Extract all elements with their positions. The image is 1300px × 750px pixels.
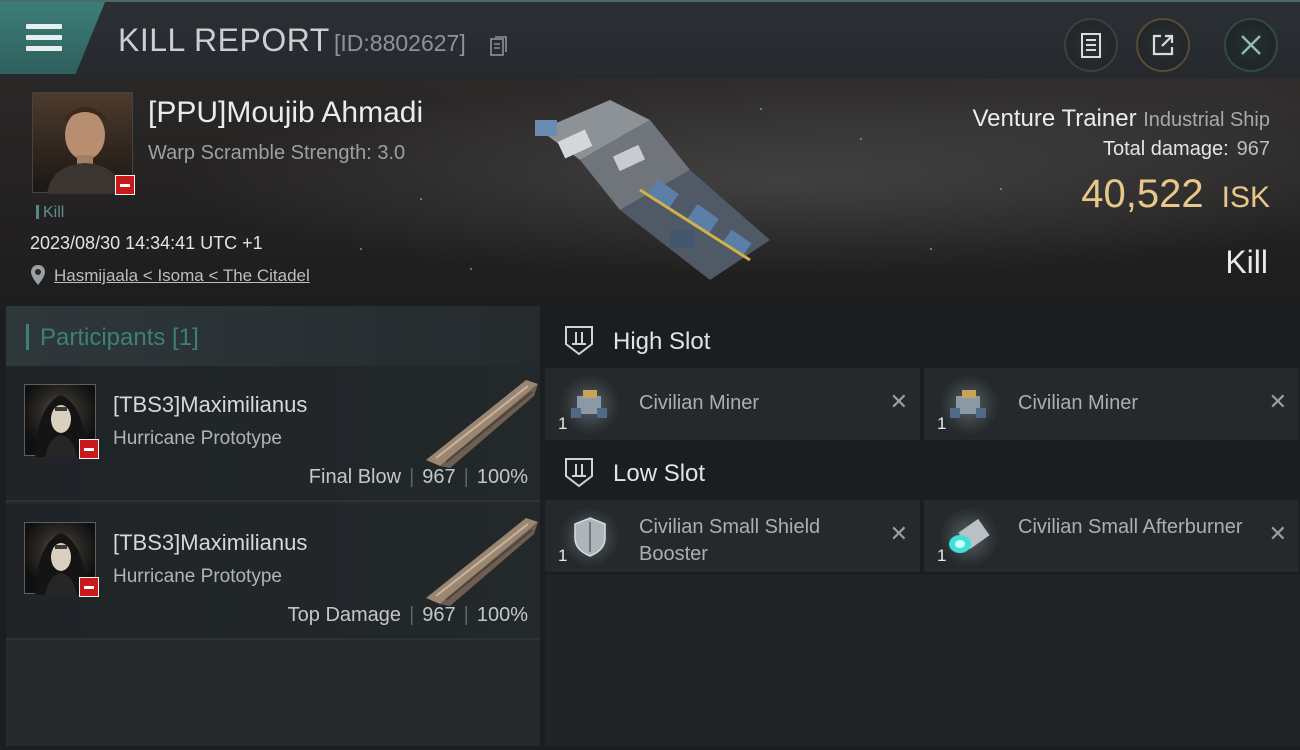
participant-damage: 967 — [422, 466, 456, 488]
module-item[interactable]: 1 Civilian Small Shield Booster ✕ — [545, 500, 920, 572]
hostile-badge — [79, 439, 99, 459]
low-slot-title: Low Slot — [613, 460, 706, 487]
participant-percent: 100% — [476, 466, 528, 488]
miner-icon — [940, 376, 998, 434]
shield-booster-icon — [561, 508, 619, 566]
warp-scramble-strength: Warp Scramble Strength: 3.0 — [148, 142, 406, 164]
participant-name[interactable]: [TBS3]Maximilianus — [113, 392, 307, 418]
clipboard-icon — [1081, 33, 1101, 58]
hamburger-icon — [26, 24, 62, 52]
report-id: [ID:8802627] — [334, 30, 466, 56]
destroyed-x-icon: ✕ — [1268, 390, 1287, 415]
victim-avatar[interactable] — [32, 92, 135, 195]
close-icon — [1241, 35, 1261, 55]
participant-ship: Hurricane Prototype — [113, 566, 282, 587]
victim-banner: [PPU]Moujib Ahmadi Warp Scramble Strengt… — [0, 78, 1300, 306]
total-damage-value: 967 — [1236, 138, 1270, 160]
share-button[interactable] — [1136, 18, 1190, 72]
module-name: Civilian Miner — [639, 392, 760, 414]
participant-role: Top Damage — [287, 604, 402, 626]
kill-type: Kill — [1225, 244, 1268, 280]
module-name: Civilian Small Shield Booster — [639, 516, 821, 565]
location-pin-icon — [31, 265, 45, 285]
participant-percent: 100% — [476, 604, 528, 626]
victim-ship-image — [535, 100, 770, 280]
low-slot-icon — [565, 458, 593, 488]
module-item[interactable]: 1 Civilian Small Afterburner ✕ — [924, 500, 1299, 572]
participant-stats: Final Blow | 967 | 100% — [308, 466, 528, 488]
kill-timestamp: 2023/08/30 14:34:41 UTC +1 — [30, 233, 263, 253]
high-slot-icon — [565, 326, 593, 356]
ship-name[interactable]: Venture Trainer — [972, 105, 1136, 132]
hostile-badge — [115, 175, 135, 195]
destroyed-x-icon: ✕ — [1268, 522, 1287, 547]
participant-row[interactable]: [TBS3]Maximilianus Hurricane Prototype T… — [6, 504, 540, 640]
participants-header: Participants [1] — [6, 306, 540, 366]
total-damage: Total damage: 967 — [1103, 138, 1270, 161]
low-slot-header: Low Slot — [545, 442, 1300, 502]
module-name: Civilian Small Afterburner — [1018, 516, 1243, 538]
close-button[interactable] — [1224, 18, 1278, 72]
module-quantity: 1 — [937, 414, 947, 433]
module-name: Civilian Miner — [1018, 392, 1139, 414]
participant-name[interactable]: [TBS3]Maximilianus — [113, 530, 307, 556]
share-icon — [1152, 34, 1174, 56]
menu-button[interactable] — [0, 2, 105, 74]
module-quantity: 1 — [558, 414, 568, 433]
fitting-panel: High Slot 1 Civilian Miner ✕ 1 Civilian … — [545, 306, 1300, 746]
high-slot-header: High Slot — [545, 310, 1300, 370]
module-quantity: 1 — [937, 546, 947, 565]
participants-title: Participants [1] — [40, 324, 199, 351]
header-bar: KILL REPORT [ID:8802627] — [0, 0, 1300, 78]
module-item[interactable]: 1 Civilian Miner ✕ — [924, 368, 1299, 440]
afterburner-icon — [940, 508, 998, 566]
miner-icon — [561, 376, 619, 434]
destroyed-x-icon: ✕ — [889, 522, 908, 547]
participant-ship-image — [426, 518, 538, 606]
module-quantity: 1 — [558, 546, 568, 565]
isk-amount: 40,522 — [1081, 172, 1204, 216]
page-title: KILL REPORT — [118, 22, 330, 58]
destroyed-x-icon: ✕ — [889, 390, 908, 415]
high-slot-title: High Slot — [613, 328, 711, 355]
total-damage-label: Total damage: — [1102, 138, 1229, 160]
participant-avatar[interactable] — [24, 384, 99, 459]
isk-value: 40,522 ISK — [1081, 172, 1270, 217]
accent-bar — [26, 324, 29, 350]
participant-ship: Hurricane Prototype — [113, 428, 282, 449]
isk-unit: ISK — [1221, 181, 1270, 214]
participant-avatar[interactable] — [24, 522, 99, 597]
participant-row[interactable]: [TBS3]Maximilianus Hurricane Prototype F… — [6, 366, 540, 502]
victim-name[interactable]: [PPU]Moujib Ahmadi — [148, 96, 423, 130]
participant-ship-image — [426, 380, 538, 468]
kill-tag: Kill — [36, 204, 64, 222]
module-item[interactable]: 1 Civilian Miner ✕ — [545, 368, 920, 440]
victim-ship: Venture Trainer Industrial Ship — [972, 105, 1270, 133]
participant-damage: 967 — [422, 604, 456, 626]
participants-panel: Participants [1] [TBS3]Maximilianus Hurr… — [6, 306, 540, 746]
hostile-badge — [79, 577, 99, 597]
copy-icon[interactable] — [489, 35, 509, 57]
ship-class: Industrial Ship — [1143, 109, 1270, 131]
location-link[interactable]: Hasmijaala < Isoma < The Citadel — [54, 266, 310, 286]
participant-stats: Top Damage | 967 | 100% — [287, 604, 528, 626]
participant-role: Final Blow — [308, 466, 402, 488]
notes-button[interactable] — [1064, 18, 1118, 72]
